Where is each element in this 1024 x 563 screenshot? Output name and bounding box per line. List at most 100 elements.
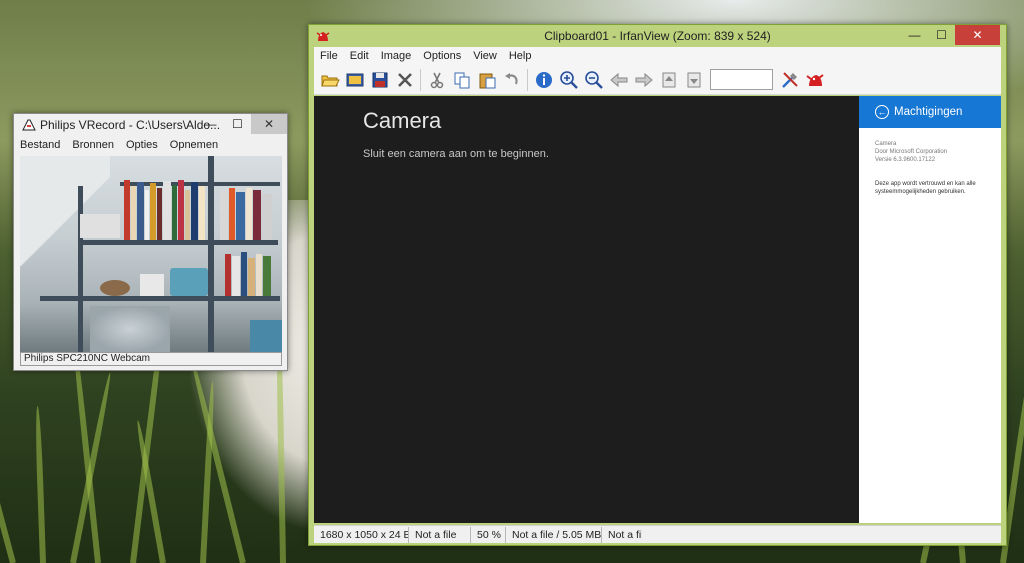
shelf-item bbox=[140, 274, 164, 296]
irfanview-title: Clipboard01 - IrfanView (Zoom: 839 x 524… bbox=[544, 29, 771, 43]
menu-options[interactable]: Options bbox=[423, 50, 461, 62]
last-page-button[interactable] bbox=[681, 68, 706, 92]
maximize-button[interactable]: ☐ bbox=[928, 25, 955, 45]
minimize-button[interactable]: — bbox=[197, 114, 224, 134]
delete-icon bbox=[397, 72, 412, 87]
shelf-board bbox=[40, 296, 280, 301]
close-icon: ✕ bbox=[972, 28, 983, 42]
paste-icon bbox=[479, 73, 495, 88]
menu-view[interactable]: View bbox=[473, 50, 497, 62]
irfanview-menubar: File Edit Image Options View Help bbox=[314, 47, 1001, 65]
properties-icon bbox=[781, 71, 798, 88]
permissions-title: Machtigingen bbox=[894, 106, 963, 118]
camera-app-title: Camera bbox=[363, 108, 442, 133]
books-row bbox=[124, 178, 208, 240]
floor-box bbox=[250, 320, 282, 352]
irfanview-statusbar: 1680 x 1050 x 24 BPP Not a file 50 % Not… bbox=[314, 525, 1001, 543]
menu-bronnen[interactable]: Bronnen bbox=[72, 139, 114, 151]
next-icon bbox=[635, 72, 653, 87]
exit-icon bbox=[805, 73, 824, 86]
shelf-post bbox=[78, 186, 83, 352]
vrecord-app-icon bbox=[22, 119, 36, 131]
vrecord-window[interactable]: Philips VRecord - C:\Users\Aldo... — ☐ ✕… bbox=[13, 113, 288, 371]
copy-icon bbox=[454, 72, 469, 88]
cut-icon bbox=[430, 72, 443, 88]
open-button[interactable] bbox=[317, 68, 342, 92]
camera-app-message: Sluit een camera aan om te beginnen. bbox=[363, 148, 549, 160]
books-row bbox=[225, 252, 279, 296]
permissions-text: Deze app wordt vertrouwd en kan alle sys… bbox=[875, 181, 976, 195]
plastic-bag bbox=[90, 306, 170, 352]
image-canvas[interactable]: Camera Sluit een camera aan om te beginn… bbox=[314, 96, 1001, 523]
slideshow-button[interactable] bbox=[342, 68, 367, 92]
zoom-out-button[interactable] bbox=[581, 68, 606, 92]
shelf-item bbox=[80, 214, 120, 238]
properties-button[interactable] bbox=[777, 68, 802, 92]
shelf-board bbox=[78, 240, 278, 245]
maximize-button[interactable]: ☐ bbox=[224, 114, 251, 134]
status-file-2: Not a file bbox=[608, 528, 642, 541]
last-page-icon bbox=[687, 72, 700, 87]
shelf-item bbox=[100, 280, 130, 296]
info-button[interactable] bbox=[531, 68, 556, 92]
close-button[interactable]: ✕ bbox=[251, 114, 287, 134]
webcam-preview bbox=[20, 156, 282, 352]
meta-publisher: Door Microsoft Corporation bbox=[875, 149, 948, 155]
menu-help[interactable]: Help bbox=[509, 50, 532, 62]
info-icon bbox=[535, 71, 552, 88]
status-zoom: 50 % bbox=[471, 526, 506, 543]
status-dimensions: 1680 x 1050 x 24 BPP bbox=[314, 526, 409, 543]
menu-image[interactable]: Image bbox=[381, 50, 412, 62]
meta-app-name: Camera bbox=[875, 141, 897, 147]
wall-shadow bbox=[20, 156, 110, 266]
menu-edit[interactable]: Edit bbox=[350, 50, 369, 62]
grass-blade bbox=[34, 405, 46, 563]
exit-button[interactable] bbox=[802, 68, 827, 92]
undo-button[interactable] bbox=[499, 68, 524, 92]
back-arrow-icon: ← bbox=[875, 105, 889, 119]
maximize-icon: ☐ bbox=[936, 28, 947, 42]
delete-button[interactable] bbox=[392, 68, 417, 92]
minimize-icon: — bbox=[908, 28, 921, 42]
previous-icon bbox=[609, 72, 627, 87]
menu-opnemen[interactable]: Opnemen bbox=[170, 139, 218, 151]
zoom-in-button[interactable] bbox=[556, 68, 581, 92]
cut-button[interactable] bbox=[424, 68, 449, 92]
irfanview-toolbar bbox=[314, 65, 1001, 95]
menu-file[interactable]: File bbox=[320, 50, 338, 62]
first-page-button[interactable] bbox=[656, 68, 681, 92]
undo-icon bbox=[504, 72, 517, 84]
minimize-button[interactable]: — bbox=[901, 25, 928, 45]
zoom-field[interactable] bbox=[710, 69, 773, 90]
irfanview-app-icon bbox=[316, 32, 330, 41]
vrecord-titlebar[interactable]: Philips VRecord - C:\Users\Aldo... — ☐ ✕ bbox=[14, 114, 287, 136]
irfanview-window[interactable]: Clipboard01 - IrfanView (Zoom: 839 x 524… bbox=[308, 24, 1007, 546]
save-button[interactable] bbox=[367, 68, 392, 92]
menu-opties[interactable]: Opties bbox=[126, 139, 158, 151]
open-folder-icon bbox=[320, 75, 340, 86]
paste-button[interactable] bbox=[474, 68, 499, 92]
irfanview-titlebar[interactable]: Clipboard01 - IrfanView (Zoom: 839 x 524… bbox=[309, 25, 1006, 47]
permissions-pane: ← Machtigingen Camera Door Microsoft Cor… bbox=[859, 96, 1001, 523]
previous-button[interactable] bbox=[606, 68, 631, 92]
minimize-icon: — bbox=[204, 117, 217, 131]
books-row bbox=[220, 186, 278, 240]
menu-bestand[interactable]: Bestand bbox=[20, 139, 60, 151]
shelf-box bbox=[170, 268, 208, 296]
status-file: Not a file bbox=[409, 526, 471, 543]
toolbar-separator bbox=[527, 68, 528, 91]
permissions-header: ← Machtigingen bbox=[859, 96, 1001, 128]
next-button[interactable] bbox=[631, 68, 656, 92]
copy-button[interactable] bbox=[449, 68, 474, 92]
grass-blade bbox=[0, 446, 16, 563]
vrecord-statusbar: Philips SPC210NC Webcam bbox=[20, 352, 282, 366]
camera-app-screenshot: Camera Sluit een camera aan om te beginn… bbox=[314, 96, 859, 523]
save-icon bbox=[372, 72, 387, 87]
close-icon: ✕ bbox=[263, 117, 275, 131]
status-size: Not a file / 5.05 MB bbox=[506, 526, 602, 543]
vrecord-menubar: Bestand Bronnen Opties Opnemen bbox=[14, 136, 287, 154]
maximize-icon: ☐ bbox=[232, 117, 243, 131]
slideshow-icon bbox=[346, 73, 363, 86]
close-button[interactable]: ✕ bbox=[955, 25, 1000, 45]
toolbar-separator bbox=[420, 68, 421, 91]
